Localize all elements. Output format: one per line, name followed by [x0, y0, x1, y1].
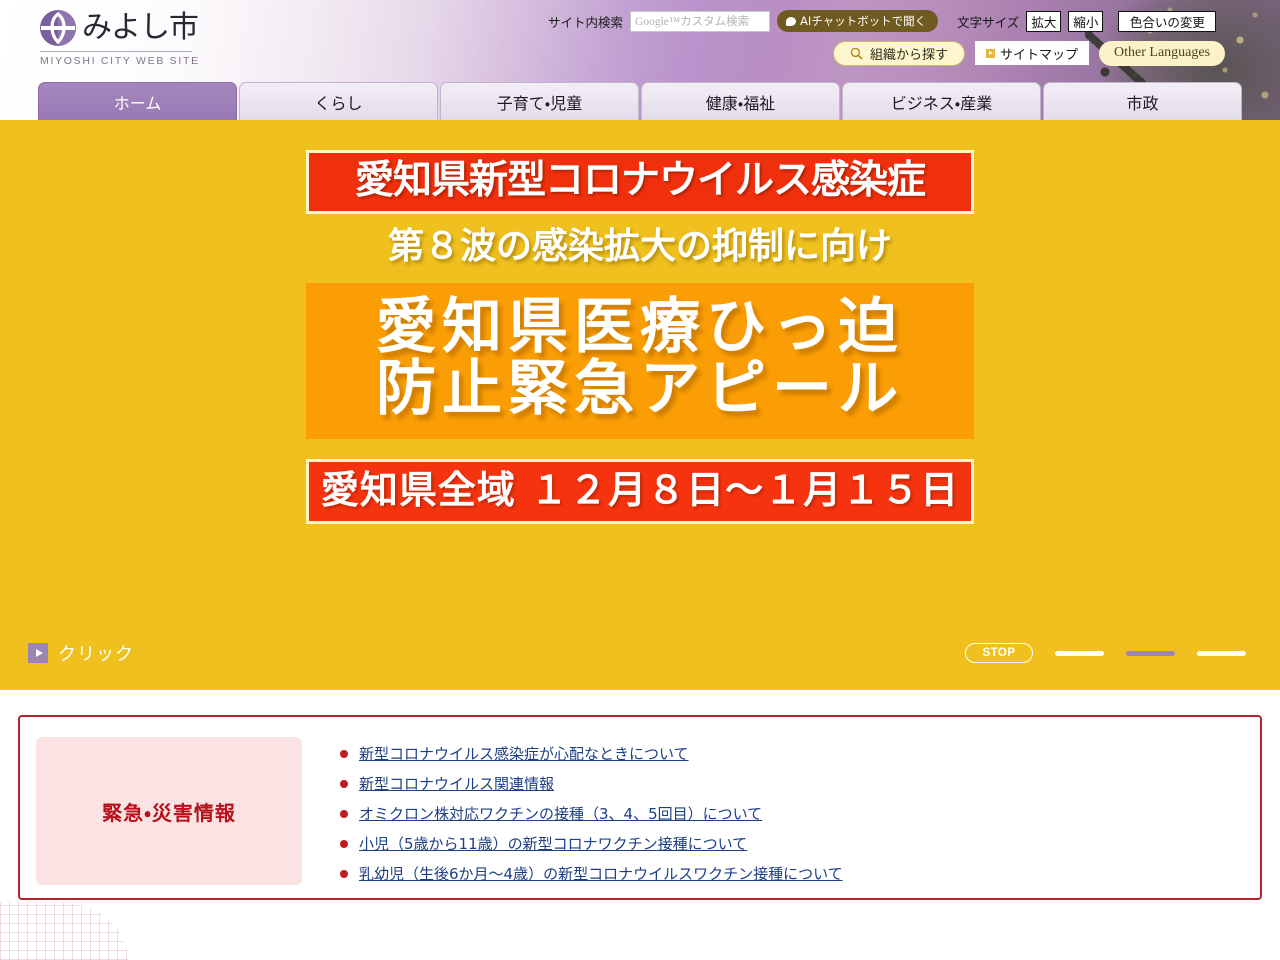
hero-click-label: クリック [58, 644, 134, 665]
logo-top: みよし市 [38, 8, 228, 48]
search-input[interactable]: Google™カスタム検索 [630, 10, 771, 32]
sitemap-button[interactable]: サイトマップ [975, 41, 1090, 65]
emergency-link-5[interactable]: 乳幼児（生後6か月～4歳）の新型コロナウイルスワクチン接種について [359, 863, 843, 884]
hero-band-top: 愛知県新型コロナウイルス感染症 [306, 150, 974, 214]
logo-subtitle: MIYOSHI CITY WEB SITE [40, 55, 200, 67]
emergency-badge-label: 緊急・災害情報 [102, 800, 236, 825]
font-size-label: 文字サイズ [957, 14, 1020, 30]
emergency-badge: 緊急・災害情報 [36, 737, 302, 885]
organization-search-label: 組織から探す [870, 47, 949, 63]
list-item: 小児（5歳から11歳）の新型コロナワクチン接種について [340, 833, 843, 854]
utility-row-secondary: 組織から探す サイトマップ Other Languages [833, 40, 1226, 66]
slider-dot-3[interactable] [1197, 650, 1246, 656]
other-languages-button[interactable]: Other Languages [1099, 40, 1226, 66]
emergency-info-panel: 緊急・災害情報 新型コロナウイルス感染症が心配なときについて 新型コロナウイルス… [18, 715, 1262, 900]
hero-main-line-1: 愛知県医療ひっ迫 [376, 292, 904, 362]
hero-band-bottom-text: 愛知県全域 １２月８日～１月１５日 [320, 467, 960, 512]
color-scheme-change-button[interactable]: 色合いの変更 [1118, 10, 1217, 32]
site-header: みよし市 MIYOSHI CITY WEB SITE サイト内検索 Google… [0, 0, 1280, 120]
search-icon [850, 47, 863, 60]
hero-slide-content: 愛知県新型コロナウイルス感染症 第８波の感染拡大の抑制に向け 愛知県医療ひっ迫 … [0, 150, 1280, 524]
utility-row-primary: サイト内検索 Google™カスタム検索 AIチャットボットで聞く 文字サイズ … [548, 10, 1217, 32]
font-size-decrease-button[interactable]: 縮小 [1068, 10, 1104, 32]
ai-chatbot-label: AIチャットボットで聞く [800, 14, 927, 28]
site-logo[interactable]: みよし市 MIYOSHI CITY WEB SITE [38, 8, 228, 67]
global-navigation: ホーム くらし 子育て・児童 健康・福祉 ビジネス・産業 市政 [0, 80, 1280, 120]
emergency-link-list: 新型コロナウイルス感染症が心配なときについて 新型コロナウイルス関連情報 オミク… [340, 743, 843, 893]
miyoshi-city-emblem-icon [40, 10, 76, 46]
slider-stop-button[interactable]: STOP [965, 643, 1033, 663]
emergency-link-1[interactable]: 新型コロナウイルス感染症が心配なときについて [359, 743, 689, 764]
hero-click-hint[interactable]: クリック [28, 640, 134, 666]
font-size-increase-button[interactable]: 拡大 [1026, 10, 1062, 32]
list-item: 乳幼児（生後6か月～4歳）の新型コロナウイルスワクチン接種について [340, 863, 843, 884]
hero-main-line-2: 防止緊急アピール [376, 353, 904, 424]
logo-wordmark: みよし市 [82, 10, 199, 45]
arrow-right-icon [986, 48, 996, 58]
nav-item-home[interactable]: ホーム [38, 82, 237, 120]
emergency-link-2[interactable]: 新型コロナウイルス関連情報 [359, 773, 554, 794]
hero-band-bottom: 愛知県全域 １２月８日～１月１５日 [306, 458, 974, 524]
play-arrow-icon [28, 643, 48, 663]
hero-band-main: 愛知県医療ひっ迫 防止緊急アピール [306, 283, 974, 439]
site-search-label: サイト内検索 [548, 14, 624, 30]
list-item: 新型コロナウイルス関連情報 [340, 773, 843, 794]
hero-slider[interactable]: 愛知県新型コロナウイルス感染症 第８波の感染拡大の抑制に向け 愛知県医療ひっ迫 … [0, 120, 1280, 690]
list-item: 新型コロナウイルス感染症が心配なときについて [340, 743, 843, 764]
hero-subtitle: 第８波の感染拡大の抑制に向け [387, 226, 892, 267]
logo-divider [40, 51, 192, 52]
nav-item-business-industry[interactable]: ビジネス・産業 [842, 82, 1041, 120]
emergency-link-4[interactable]: 小児（5歳から11歳）の新型コロナワクチン接種について [359, 833, 747, 854]
organization-search-button[interactable]: 組織から探す [833, 40, 966, 66]
emergency-link-3[interactable]: オミクロン株対応ワクチンの接種（3、4、5回目）について [359, 803, 762, 824]
nav-item-health-welfare[interactable]: 健康・福祉 [641, 82, 840, 120]
slider-dot-1[interactable] [1055, 650, 1104, 656]
decorative-crosshatch [0, 902, 128, 960]
hero-band-top-text: 愛知県新型コロナウイルス感染症 [354, 158, 926, 203]
sitemap-label: サイトマップ [1000, 47, 1079, 63]
nav-item-city-government[interactable]: 市政 [1043, 82, 1242, 120]
list-item: オミクロン株対応ワクチンの接種（3、4、5回目）について [340, 803, 843, 824]
search-placeholder: Google™カスタム検索 [635, 16, 750, 28]
nav-item-living[interactable]: くらし [239, 82, 438, 120]
slider-controls: STOP [965, 643, 1246, 663]
slider-dot-2[interactable] [1126, 650, 1175, 656]
nav-item-childcare[interactable]: 子育て・児童 [440, 82, 639, 120]
ai-chatbot-button[interactable]: AIチャットボットで聞く [777, 10, 939, 32]
chat-bubble-icon [786, 16, 797, 26]
